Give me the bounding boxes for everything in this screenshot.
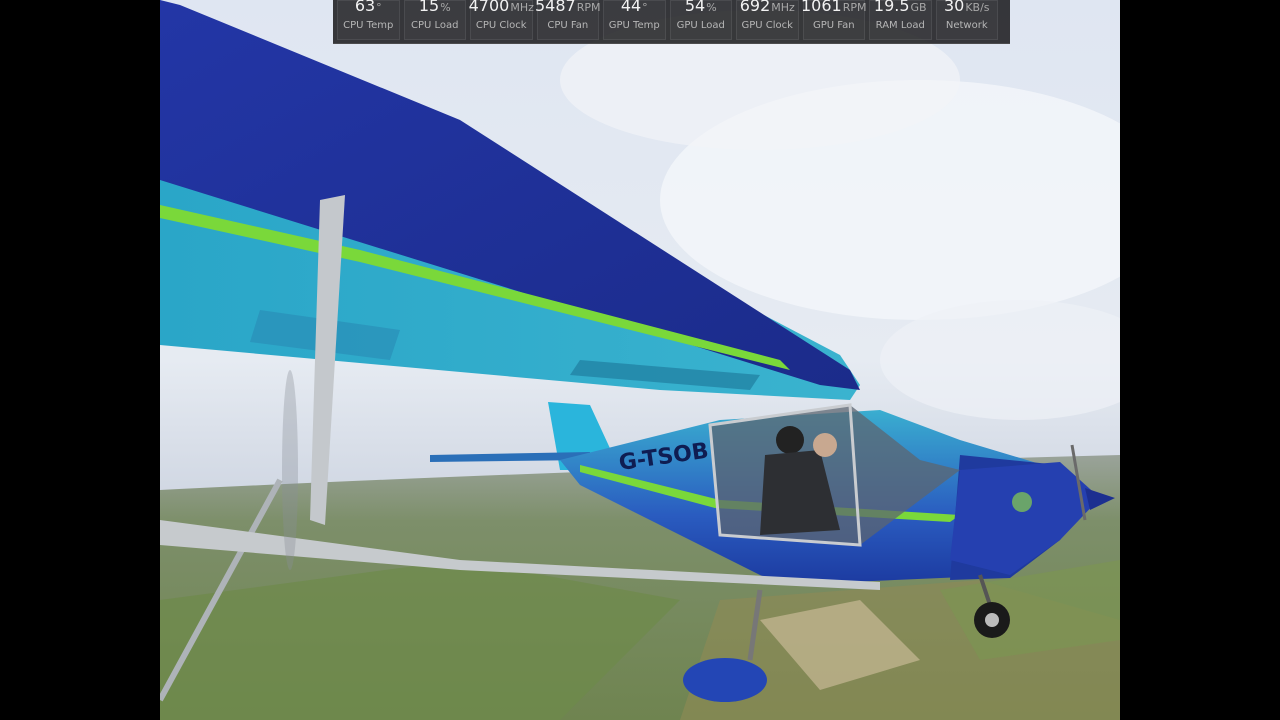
hardware-monitor-overlay: 63° CPU Temp 15% CPU Load 4700MHz CPU Cl… <box>333 0 1010 44</box>
metric-cpu-fan: 5487RPM CPU Fan <box>535 0 601 40</box>
metric-label: CPU Load <box>411 20 459 31</box>
metric-label: GPU Temp <box>608 20 660 31</box>
metric-value: 692 <box>739 0 771 15</box>
metric-unit: ° <box>642 1 648 14</box>
metric-ram-load: 19.5GB RAM Load <box>869 0 932 40</box>
metric-unit: RPM <box>842 1 867 14</box>
metric-value: 19.5 <box>873 0 910 15</box>
metric-unit: KB/s <box>965 1 990 14</box>
metric-value: 63 <box>354 0 376 15</box>
metric-cpu-load: 15% CPU Load <box>403 0 466 40</box>
metric-value: 5487 <box>535 0 576 15</box>
metric-gpu-temp: 44° GPU Temp <box>603 0 666 40</box>
metric-cpu-clock: 4700MHz CPU Clock <box>468 0 534 40</box>
metric-label: GPU Clock <box>741 20 793 31</box>
metric-label: GPU Load <box>676 20 725 31</box>
metric-value: 54 <box>684 0 706 15</box>
metric-label: RAM Load <box>875 20 925 31</box>
metric-unit: RPM <box>576 1 601 14</box>
metric-gpu-clock: 692MHz GPU Clock <box>736 0 799 40</box>
metric-unit: MHz <box>510 1 534 14</box>
metric-unit: MHz <box>771 1 795 14</box>
metric-gpu-fan: 1061RPM GPU Fan <box>801 0 867 40</box>
metric-network: 30KB/s Network <box>935 0 998 40</box>
metric-unit: % <box>706 1 717 14</box>
metric-value: 1061 <box>801 0 842 15</box>
metric-label: Network <box>945 20 988 31</box>
metric-cpu-temp: 63° CPU Temp <box>337 0 400 40</box>
video-frame: G-TSOB <box>160 0 1120 720</box>
metric-value: 30 <box>943 0 965 15</box>
metric-value: 4700 <box>468 0 510 15</box>
metric-unit: % <box>440 1 451 14</box>
metric-value: 44 <box>620 0 642 15</box>
metric-label: GPU Fan <box>812 20 855 31</box>
main-wheel-fairing <box>683 658 767 702</box>
metric-label: CPU Temp <box>343 20 394 31</box>
video-scene: G-TSOB <box>160 0 1120 720</box>
metric-unit: GB <box>910 1 927 14</box>
metric-label: CPU Fan <box>547 20 589 31</box>
metric-label: CPU Clock <box>475 20 527 31</box>
metric-unit: ° <box>376 1 382 14</box>
metric-gpu-load: 54% GPU Load <box>669 0 732 40</box>
metric-value: 15 <box>418 0 440 15</box>
nose-badge <box>1012 492 1032 512</box>
